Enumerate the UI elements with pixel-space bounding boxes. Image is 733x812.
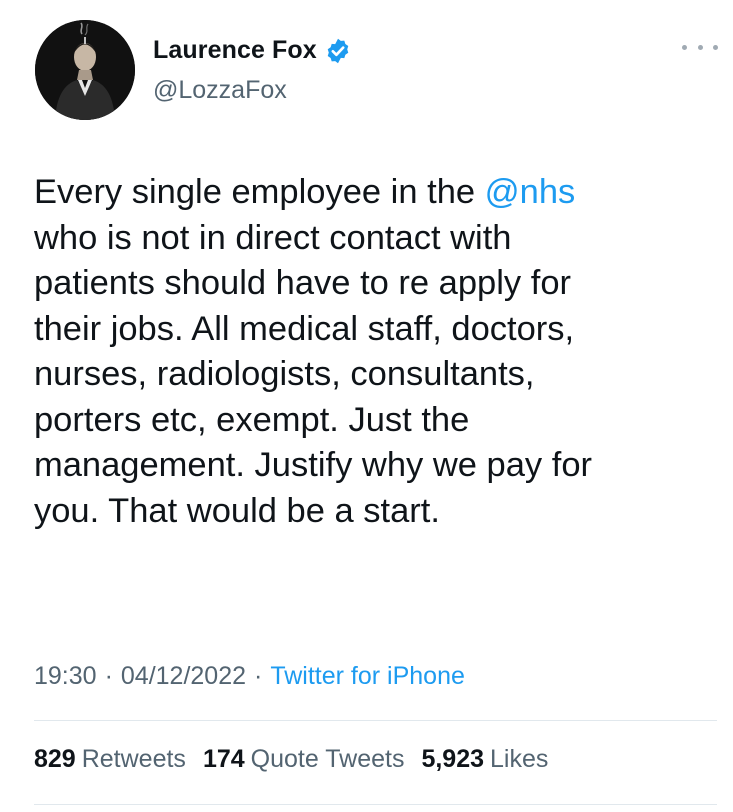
likes-count: 5,923 xyxy=(421,745,485,773)
avatar[interactable] xyxy=(35,20,135,120)
avatar-image xyxy=(35,20,135,120)
tweet-date[interactable]: 04/12/2022 xyxy=(121,662,246,691)
tweet-text-line: who is not in direct contact with xyxy=(34,216,724,262)
retweets-count: 829 xyxy=(34,745,76,773)
tweet-text-line: porters etc, exempt. Just the xyxy=(34,398,724,444)
meta-separator: · xyxy=(254,662,263,690)
author-name-row[interactable]: Laurence Fox xyxy=(153,36,352,65)
tweet-text-line: management. Justify why we pay for xyxy=(34,443,724,489)
tweet-meta: 19:30 · 04/12/2022 · Twitter for iPhone xyxy=(34,662,465,691)
tweet-text-segment: who is not in direct contact with xyxy=(34,218,512,257)
more-horizontal-icon[interactable] xyxy=(682,37,718,57)
tweet-time[interactable]: 19:30 xyxy=(34,662,97,691)
tweet-text-line: patients should have to re apply for xyxy=(34,261,724,307)
tweet-text-segment: their jobs. All medical staff, doctors, xyxy=(34,309,575,348)
divider xyxy=(34,720,717,721)
likes-label: Likes xyxy=(490,745,549,773)
divider xyxy=(34,804,717,805)
tweet-text-segment: porters etc, exempt. Just the xyxy=(34,400,470,439)
tweet-source-link[interactable]: Twitter for iPhone xyxy=(270,662,465,691)
tweet-text-segment: management. Justify why we pay for xyxy=(34,446,592,484)
likes-stat[interactable]: 5,923 Likes xyxy=(421,745,548,774)
retweets-label: Retweets xyxy=(81,745,186,773)
tweet-text-segment: Every single employee in the xyxy=(34,173,485,211)
quote-tweets-stat[interactable]: 174 Quote Tweets xyxy=(203,745,405,774)
quote-tweets-count: 174 xyxy=(202,745,245,773)
verified-badge-icon xyxy=(324,37,352,65)
retweets-stat[interactable]: 829 Retweets xyxy=(34,745,186,774)
tweet-text-line: Every single employee in the @nhs xyxy=(34,170,724,216)
tweet-text-line: nurses, radiologists, consultants, xyxy=(34,352,724,398)
tweet-text-segment: you. That would be a start. xyxy=(34,491,440,530)
tweet-text-line: their jobs. All medical staff, doctors, xyxy=(34,307,724,353)
tweet-stats: 829 Retweets 174 Quote Tweets 5,923 Likes xyxy=(34,745,565,774)
quote-tweets-label: Quote Tweets xyxy=(250,745,405,773)
mention-link[interactable]: @nhs xyxy=(485,173,576,211)
tweet-text-segment: patients should have to re apply for xyxy=(34,264,572,302)
meta-separator: · xyxy=(104,662,113,690)
author-handle[interactable]: @LozzaFox xyxy=(153,76,287,105)
tweet-text-segment: nurses, radiologists, consultants, xyxy=(34,355,535,393)
tweet-text-line: you. That would be a start. xyxy=(34,489,724,535)
author-name[interactable]: Laurence Fox xyxy=(153,36,317,65)
tweet-text: Every single employee in the @nhs who is … xyxy=(34,170,724,534)
